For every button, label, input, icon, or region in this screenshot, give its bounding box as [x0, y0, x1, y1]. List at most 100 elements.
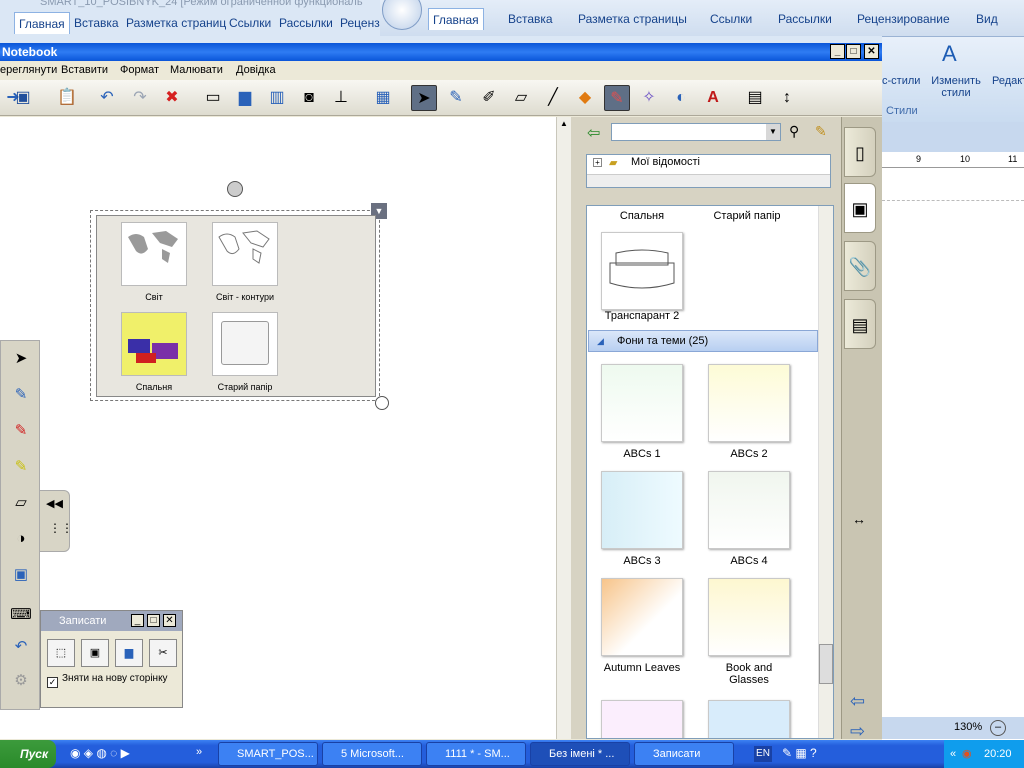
tab-insert-left[interactable]: Вставка — [70, 12, 123, 34]
gallery-item-banner[interactable]: Транспарант 2 — [587, 232, 697, 322]
task-untitled[interactable]: Без імені * ... — [530, 742, 630, 766]
maximize-button[interactable]: □ — [846, 44, 861, 59]
new-page-checkbox[interactable]: ✓ — [47, 677, 58, 688]
selected-object[interactable]: ▼ Світ Світ - контури Спальня Старий пап… — [90, 203, 387, 401]
category-header[interactable]: ◢ Фони та теми (25) — [588, 330, 818, 352]
menu-draw[interactable]: Малювати — [170, 64, 223, 76]
recorder-maximize[interactable]: □ — [147, 614, 160, 627]
tray-app-icon[interactable]: ◉ — [962, 740, 972, 768]
tab-mail-left[interactable]: Рассылки — [275, 12, 337, 34]
page-sorter-tab-icon[interactable]: ▯ — [844, 127, 876, 177]
task-smart-pos[interactable]: SMART_POS... — [218, 742, 318, 766]
menu-insert[interactable]: Вставити — [61, 64, 108, 76]
attachments-tab-icon[interactable]: 📎 — [844, 241, 876, 291]
collapse-icon[interactable]: ◀◀ — [46, 497, 63, 510]
float-eraser2-icon[interactable]: ◑ — [7, 525, 35, 553]
gallery-scroll-thumb[interactable] — [819, 644, 833, 684]
menu-format[interactable]: Формат — [120, 64, 159, 76]
tray-expand-icon[interactable]: « — [950, 740, 956, 768]
properties-tab-icon[interactable]: ▤ — [844, 299, 876, 349]
tab-refs-left[interactable]: Ссылки — [225, 12, 275, 34]
gallery-item-next2[interactable] — [694, 700, 804, 738]
close-button[interactable]: ✕ — [864, 44, 879, 59]
window-capture-icon[interactable]: ▣ — [81, 639, 109, 667]
tree-my-content[interactable]: Мої відомості — [631, 156, 700, 168]
gallery-item-autumn[interactable]: Autumn Leaves — [587, 578, 697, 674]
line-icon[interactable]: ╱ — [540, 85, 566, 111]
change-styles-button[interactable]: Изменить стили — [928, 75, 984, 99]
grip-icon[interactable]: ⋮⋮ — [49, 521, 73, 535]
quicklaunch-more-icon[interactable]: » — [196, 746, 202, 758]
float-undo-icon[interactable]: ↶ — [7, 633, 35, 661]
gallery-tab-icon[interactable]: ▣ — [844, 183, 876, 233]
area-capture-icon[interactable]: ⬚ — [47, 639, 75, 667]
float-eraser-icon[interactable]: ▱ — [7, 489, 35, 517]
floating-tools-collapse[interactable]: ◀◀ ⋮⋮ — [40, 490, 73, 552]
search-dropdown-icon[interactable]: ▼ — [766, 124, 780, 140]
text-icon[interactable]: A — [700, 85, 726, 111]
recorder-minimize[interactable]: _ — [131, 614, 144, 627]
tab-references[interactable]: Ссылки — [706, 8, 756, 30]
gallery-item-abcs1[interactable]: ABCs 1 — [587, 364, 697, 460]
language-indicator[interactable]: EN — [754, 746, 772, 762]
scroll-up-icon[interactable]: ▲ — [558, 119, 570, 133]
paste-icon[interactable]: 📋 — [54, 85, 80, 111]
freehand-capture-icon[interactable]: ✂ — [149, 639, 177, 667]
tree-expand-icon[interactable]: + — [593, 158, 602, 167]
tab-review[interactable]: Рецензирование — [853, 8, 954, 30]
gallery-item-abcs3[interactable]: ABCs 3 — [587, 471, 697, 567]
advanced-search-icon[interactable]: ✎ — [815, 123, 827, 140]
float-settings-icon[interactable]: ⚙ — [7, 667, 35, 695]
menu-view[interactable]: ереглянути — [0, 64, 57, 76]
tab-home[interactable]: Главная — [428, 8, 484, 30]
select-icon[interactable]: ➤ — [411, 85, 437, 111]
shapes-icon[interactable]: ◆ — [572, 85, 598, 111]
back-arrow-icon[interactable]: ⇦ — [587, 123, 600, 143]
tab-mailings[interactable]: Рассылки — [774, 8, 836, 30]
eraser-icon[interactable]: ▱ — [508, 85, 534, 111]
pen-icon[interactable]: ✎ — [443, 85, 469, 111]
screen-capture-icon[interactable]: ▆ — [115, 639, 143, 667]
fullscreen-icon[interactable]: ▆ — [232, 85, 258, 111]
float-select-icon[interactable]: ➤ — [7, 345, 35, 373]
task-recorder[interactable]: Записати — [634, 742, 734, 766]
zoom-out-icon[interactable]: – — [990, 720, 1006, 736]
resize-sidebar-icon[interactable]: ↔ — [852, 511, 866, 527]
tab-layout-left[interactable]: Разметка страниц — [122, 12, 230, 34]
collapse-arrow-icon[interactable]: ◢ — [597, 331, 604, 351]
canvas-scrollbar[interactable]: ▲ — [556, 117, 571, 739]
recorder-close[interactable]: ✕ — [163, 614, 176, 627]
quick-styles-label[interactable]: с-стили — [882, 75, 920, 87]
magic-pen-icon[interactable]: ✎ — [604, 85, 630, 111]
camera-icon[interactable]: ◙ — [296, 85, 322, 111]
office-button[interactable] — [382, 0, 422, 30]
tray-tools-icons[interactable]: ✎ ▦ ? — [782, 746, 817, 760]
clock[interactable]: 20:20 — [984, 748, 1012, 760]
float-keyboard-icon[interactable]: ⌨ — [7, 601, 35, 629]
change-styles-icon[interactable]: A — [942, 41, 957, 67]
next-page-icon[interactable]: ⇨ — [850, 721, 865, 742]
tab-view[interactable]: Вид — [972, 8, 1002, 30]
tab-insert[interactable]: Вставка — [504, 8, 557, 30]
rotate-handle[interactable] — [227, 181, 243, 197]
task-1111[interactable]: 1111 * - SM... — [426, 742, 526, 766]
quicklaunch-icons[interactable]: ◉ ◈ ◍ ◌ ▶ — [70, 746, 130, 760]
search-icon[interactable]: ⚲ — [789, 123, 799, 140]
properties-icon[interactable]: ▤ — [742, 85, 768, 111]
tab-page-layout[interactable]: Разметка страницы — [574, 8, 691, 30]
gallery-search-input[interactable]: ▼ — [611, 123, 781, 141]
float-text-icon[interactable]: ▣ — [7, 561, 35, 589]
task-word[interactable]: 5 Microsoft... — [322, 742, 422, 766]
float-pen-blue-icon[interactable]: ✎ — [7, 381, 35, 409]
tree-hscrollbar[interactable] — [587, 174, 830, 187]
gallery-item-abcs2[interactable]: ABCs 2 — [694, 364, 804, 460]
gallery-item-next1[interactable] — [587, 700, 697, 738]
prev-page-icon[interactable]: ⇦ — [850, 691, 865, 712]
sparkle-pen-icon[interactable]: ✧ — [636, 85, 662, 111]
redo-icon[interactable]: ↷ — [127, 85, 153, 111]
word-document[interactable] — [882, 168, 1024, 717]
table-icon[interactable]: ▦ — [370, 85, 396, 111]
tab-home-left[interactable]: Главная — [14, 12, 70, 34]
undo-icon[interactable]: ↶ — [94, 85, 120, 111]
gallery-item-abcs4[interactable]: ABCs 4 — [694, 471, 804, 567]
